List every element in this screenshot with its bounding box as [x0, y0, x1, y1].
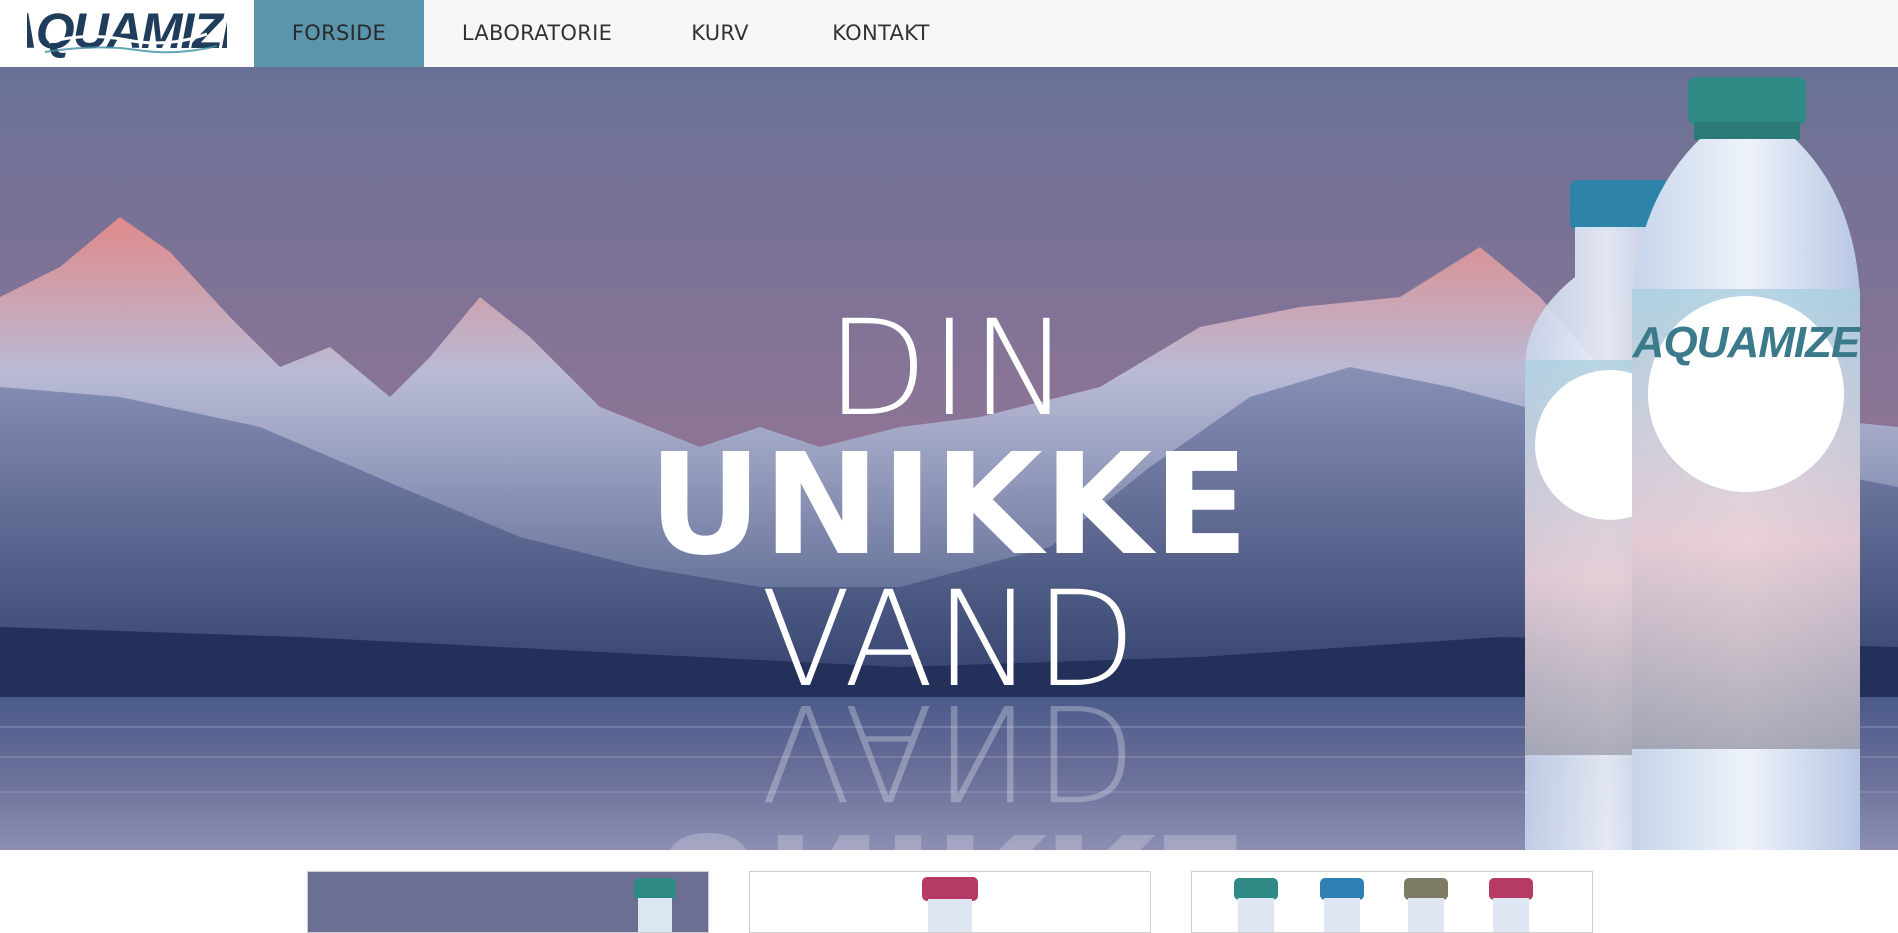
hero-banner: AQUAMIZE DIN UNIKKE VAND VAND UNIKKE	[0, 67, 1898, 850]
hero-reflection-unikke: UNIKKE	[0, 801, 1898, 850]
bottle-cap-icon	[1489, 878, 1533, 900]
nav-item-kontakt[interactable]: KONTAKT	[812, 0, 950, 67]
hero-line-unikke: UNIKKE	[648, 424, 1250, 587]
top-nav: AQUAMIZE FORSIDE LABORATORIE KURV KONTAK…	[0, 0, 1898, 68]
hero-reflection-vand: VAND	[760, 674, 1138, 828]
nav-item-kurv[interactable]: KURV	[676, 0, 764, 67]
bottle-cap-icon	[922, 877, 978, 901]
bottle-cap-icon	[1404, 878, 1448, 900]
nav-item-forside[interactable]: FORSIDE	[254, 0, 424, 67]
bottle-cap-icon	[634, 878, 676, 900]
bottle-cap-icon	[1320, 878, 1364, 900]
nav-item-laboratorie[interactable]: LABORATORIE	[444, 0, 630, 67]
aquamize-logo: AQUAMIZE	[27, 3, 227, 59]
bottle-cap-icon	[1234, 878, 1278, 900]
product-card-1[interactable]	[307, 871, 709, 933]
hero-line-din: DIN	[826, 292, 1072, 446]
product-card-2[interactable]	[749, 871, 1151, 933]
product-card-3[interactable]	[1191, 871, 1593, 933]
logo[interactable]: AQUAMIZE	[0, 0, 254, 67]
